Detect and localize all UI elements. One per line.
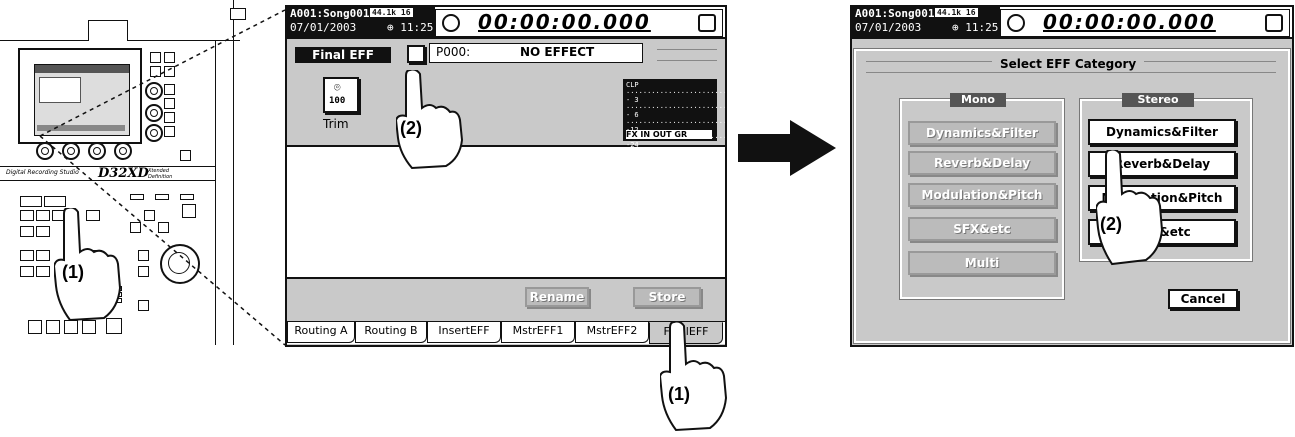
meter-scale-label: - 6 ························· — [626, 111, 727, 127]
step-2-label-screen1: (2) — [400, 118, 422, 138]
pointing-hand-icon — [1096, 150, 1164, 266]
date-text: 07/01/2003 — [855, 21, 922, 34]
tab-insert-eff[interactable]: InsertEFF — [427, 322, 501, 343]
clock-icon — [1007, 14, 1025, 32]
step-2-label-screen2: (2) — [1100, 214, 1122, 234]
timecode-display[interactable]: 00:00:00.000 — [435, 9, 723, 37]
alarm-icon — [1265, 14, 1283, 32]
header-bar: A001:Song001 44.1k 16 07/01/2003 ⊕ 11:25… — [852, 7, 1292, 39]
right-arrow-icon — [738, 120, 836, 176]
effect-label: Final EFF — [295, 47, 391, 63]
category-screen: A001:Song001 44.1k 16 07/01/2003 ⊕ 11:25… — [850, 5, 1294, 347]
program-field[interactable]: P000: NO EFFECT — [429, 43, 643, 63]
program-name: NO EFFECT — [520, 45, 595, 59]
effect-edit-area — [287, 147, 725, 277]
timecode-text: 00:00:00.000 — [478, 10, 651, 34]
song-name: A001:Song001 — [290, 7, 370, 20]
rename-button[interactable]: Rename — [525, 287, 589, 307]
store-button[interactable]: Store — [633, 287, 701, 307]
tab-routing-a[interactable]: Routing A — [287, 322, 355, 343]
mono-sfx-etc-button[interactable]: SFX&etc — [908, 217, 1056, 241]
mono-title: Mono — [950, 93, 1006, 107]
rate-badge: 44.1k 16 — [935, 8, 978, 17]
select-effect-button[interactable] — [407, 45, 425, 63]
clock-icon — [442, 14, 460, 32]
decorative-lines — [657, 49, 717, 61]
dialog-title: Select EFF Category — [992, 57, 1145, 71]
alarm-icon — [698, 14, 716, 32]
program-number: P000: — [436, 45, 471, 59]
mono-modulation-pitch-button[interactable]: Modulation&Pitch — [908, 183, 1056, 207]
meter-footer: FX IN OUT GR — [626, 130, 712, 139]
step-1-label-device: (1) — [62, 262, 84, 282]
rate-badge: 44.1k 16 — [370, 8, 413, 17]
timecode-display[interactable]: 00:00:00.000 — [1000, 9, 1290, 37]
tab-routing-b[interactable]: Routing B — [355, 322, 427, 343]
song-name: A001:Song001 — [855, 7, 935, 20]
meter-scale-label: - 3 ························· — [626, 96, 727, 112]
header-bar: A001:Song001 44.1k 16 07/01/2003 ⊕ 11:25… — [287, 7, 725, 39]
mono-multi-button[interactable]: Multi — [908, 251, 1056, 275]
stereo-title: Stereo — [1122, 93, 1194, 107]
mono-dynamics-filter-button[interactable]: Dynamics&Filter — [908, 121, 1056, 145]
tab-mstr-eff1[interactable]: MstrEFF1 — [501, 322, 575, 343]
trim-label: Trim — [323, 117, 349, 131]
meter-scale-label: CLP ························· — [626, 81, 727, 97]
effect-settings-area: Final EFF P000: NO EFFECT ⌾ 100 Trim CLP… — [287, 39, 725, 171]
effect-screen: A001:Song001 44.1k 16 07/01/2003 ⊕ 11:25… — [285, 5, 727, 347]
pointing-hand-icon — [660, 322, 728, 432]
cancel-button[interactable]: Cancel — [1168, 289, 1238, 309]
date-text: 07/01/2003 — [290, 21, 357, 34]
timecode-text: 00:00:00.000 — [1043, 10, 1216, 34]
trim-knob[interactable]: ⌾ 100 — [323, 77, 359, 113]
knob-icon: ⌾ — [334, 81, 341, 94]
trim-value: 100 — [329, 96, 346, 106]
tab-mstr-eff2[interactable]: MstrEFF2 — [575, 322, 649, 343]
category-dialog: Select EFF Category Mono Dynamics&Filter… — [853, 48, 1291, 344]
clock-text: ⊕ 11:25 — [387, 21, 434, 34]
clock-text: ⊕ 11:25 — [952, 21, 999, 34]
mono-reverb-delay-button[interactable]: Reverb&Delay — [908, 151, 1056, 175]
stereo-dynamics-filter-button[interactable]: Dynamics&Filter — [1088, 119, 1236, 145]
level-meter: CLP ························· - 3 ·······… — [623, 79, 725, 171]
step-1-label-tab: (1) — [668, 384, 690, 404]
